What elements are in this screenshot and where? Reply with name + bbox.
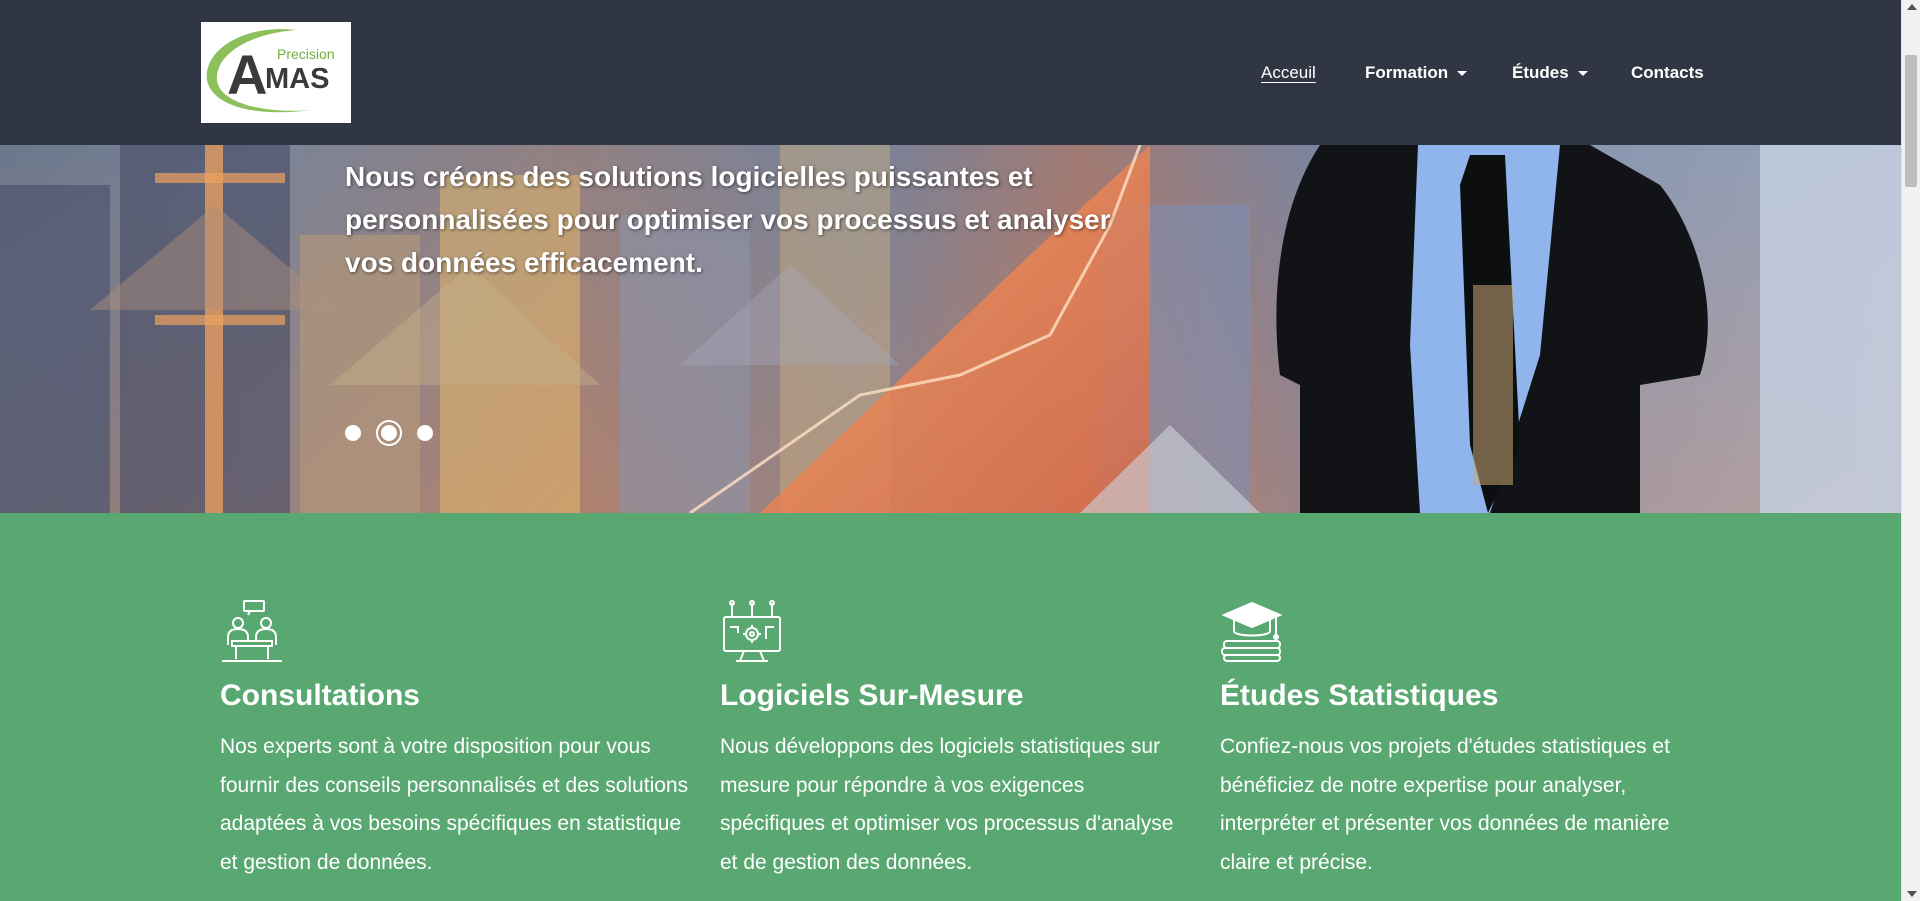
- scroll-up-arrow-icon[interactable]: [1907, 4, 1917, 10]
- feature-text: Confiez-nous vos projets d'études statis…: [1220, 735, 1670, 874]
- nav-item-etudes-label: Études: [1512, 63, 1569, 82]
- features-section: Consultations Nos experts sont à votre d…: [0, 513, 1901, 901]
- feature-logiciels: Logiciels Sur-Mesure Nous développons de…: [720, 599, 1190, 882]
- carousel-indicator-3[interactable]: [417, 425, 433, 441]
- page-scrollbar[interactable]: [1901, 0, 1920, 901]
- feature-text: Nos experts sont à votre disposition pou…: [220, 735, 689, 874]
- carousel-indicator-2[interactable]: [376, 420, 402, 446]
- logo-letter-a: A: [227, 43, 267, 106]
- feature-consultations: Consultations Nos experts sont à votre d…: [220, 599, 690, 882]
- feature-title: Consultations: [220, 679, 420, 712]
- scrollbar-thumb[interactable]: [1905, 55, 1917, 187]
- feature-etudes: Études Statistiques Confiez-nous vos pro…: [1220, 599, 1690, 882]
- feature-title: Études Statistiques: [1220, 679, 1499, 712]
- amas-logo-graphic: A Precision MAS: [206, 29, 335, 113]
- carousel-indicator-1[interactable]: [345, 425, 361, 441]
- scroll-down-arrow-icon[interactable]: [1907, 891, 1917, 897]
- logo-precision-text: Precision: [277, 46, 335, 62]
- nav-item-acceuil[interactable]: Acceuil: [1261, 60, 1316, 86]
- hero-carousel: Nous créons des solutions logicielles pu…: [0, 145, 1901, 513]
- carousel-indicators: [345, 420, 433, 446]
- nav-item-formation-label: Formation: [1365, 63, 1449, 82]
- brand-logo[interactable]: A Precision MAS: [201, 22, 351, 123]
- hero-caption: Nous créons des solutions logicielles pu…: [345, 161, 1111, 278]
- logo-mas-text: MAS: [265, 63, 329, 95]
- consultation-icon: [222, 600, 282, 662]
- navbar: A Precision MAS Acceuil Formation Études…: [0, 0, 1901, 145]
- graduation-cap-icon: [1221, 601, 1283, 662]
- caret-down-icon: [1577, 70, 1588, 76]
- caret-down-icon: [1457, 70, 1468, 76]
- nav-item-formation[interactable]: Formation: [1365, 60, 1468, 86]
- feature-title: Logiciels Sur-Mesure: [720, 679, 1024, 712]
- software-icon: [723, 600, 781, 662]
- nav-item-etudes[interactable]: Études: [1512, 60, 1588, 86]
- nav-item-contacts[interactable]: Contacts: [1631, 60, 1704, 86]
- feature-text: Nous développons des logiciels statistiq…: [720, 735, 1174, 874]
